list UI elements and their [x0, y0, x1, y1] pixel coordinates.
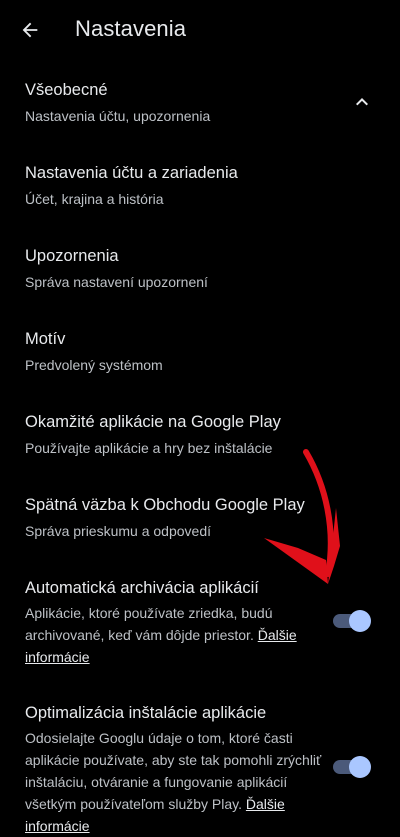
setting-notifications-subtitle: Správa nastavení upozornení	[25, 274, 208, 290]
setting-account-device[interactable]: Nastavenia účtu a zariadenia Účet, kraji…	[25, 163, 325, 209]
setting-notifications-title: Upozornenia	[25, 247, 119, 265]
setting-feedback[interactable]: Spätná väzba k Obchodu Google Play Správ…	[25, 495, 325, 541]
setting-feedback-subtitle: Správa prieskumu a odpovedí	[25, 523, 211, 539]
setting-theme[interactable]: Motív Predvolený systémom	[25, 329, 325, 375]
setting-theme-title: Motív	[25, 330, 66, 348]
chevron-up-icon	[356, 98, 368, 106]
arrow-back-icon	[22, 22, 38, 38]
setting-account-device-subtitle: Účet, krajina a história	[25, 191, 164, 207]
setting-instant-apps-title: Okamžité aplikácie na Google Play	[25, 413, 281, 431]
collapse-button[interactable]	[348, 88, 376, 116]
setting-instant-apps-subtitle: Používajte aplikácie a hry bez inštaláci…	[25, 440, 273, 456]
page-title: Nastavenia	[75, 16, 187, 41]
setting-auto-archive-title: Automatická archivácia aplikácií	[25, 579, 259, 597]
auto-archive-toggle[interactable]	[333, 610, 371, 632]
auto-archive-description-text: Aplikácie, ktoré používate zriedka, budú…	[25, 605, 273, 643]
top-app-bar: Nastavenia	[0, 0, 400, 60]
setting-feedback-title: Spätná väzba k Obchodu Google Play	[25, 496, 305, 514]
setting-auto-archive: Automatická archivácia aplikácií Aplikác…	[25, 578, 325, 668]
setting-general-title: Všeobecné	[25, 81, 108, 99]
install-optimization-toggle-knob	[349, 756, 371, 778]
setting-notifications[interactable]: Upozornenia Správa nastavení upozornení	[25, 246, 325, 292]
setting-general-subtitle: Nastavenia účtu, upozornenia	[25, 108, 211, 124]
setting-account-device-title: Nastavenia účtu a zariadenia	[25, 164, 238, 182]
setting-general[interactable]: Všeobecné Nastavenia účtu, upozornenia	[25, 80, 325, 126]
install-optimization-toggle[interactable]	[333, 756, 371, 778]
setting-install-optimization-title: Optimalizácia inštalácie aplikácie	[25, 704, 267, 722]
setting-auto-archive-description: Aplikácie, ktoré používate zriedka, budú…	[25, 602, 325, 668]
setting-install-optimization-description: Odosielajte Googlu údaje o tom, ktoré ča…	[25, 727, 325, 837]
auto-archive-toggle-knob	[349, 610, 371, 632]
setting-instant-apps[interactable]: Okamžité aplikácie na Google Play Použív…	[25, 412, 325, 458]
back-button[interactable]	[14, 14, 46, 46]
setting-theme-subtitle: Predvolený systémom	[25, 357, 163, 373]
setting-install-optimization: Optimalizácia inštalácie aplikácie Odosi…	[25, 703, 325, 837]
